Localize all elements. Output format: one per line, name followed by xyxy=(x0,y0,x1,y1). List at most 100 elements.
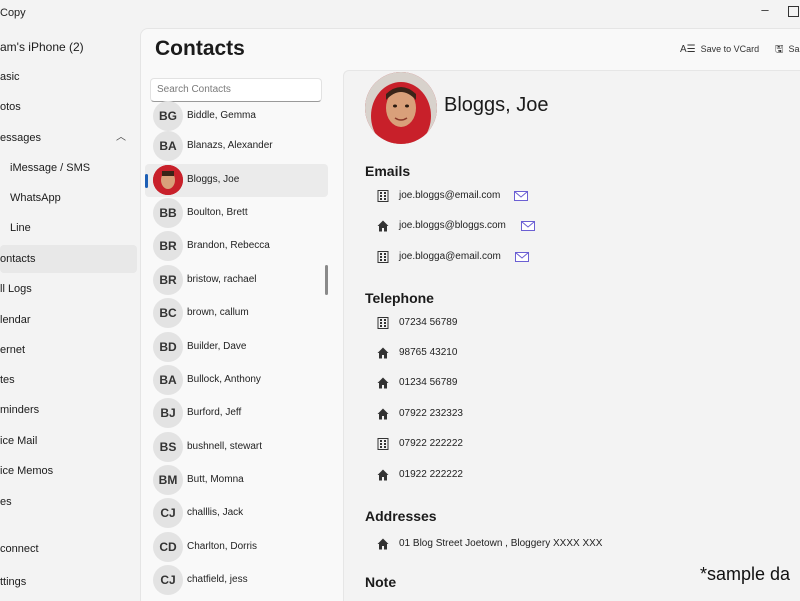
phone-value[interactable]: 07234 56789 xyxy=(399,315,457,331)
contact-row[interactable]: BB Boulton, Brett xyxy=(145,197,328,230)
email-value[interactable]: joe.bloggs@bloggs.com xyxy=(399,218,506,234)
addresses-heading: Addresses xyxy=(365,508,437,524)
sidebar-item-internet[interactable]: ernet xyxy=(0,336,137,364)
mail-icon[interactable] xyxy=(521,221,535,231)
selection-indicator xyxy=(145,174,148,188)
sidebar-item-connect[interactable]: connect xyxy=(0,535,137,563)
contact-list-scrollbar[interactable] xyxy=(325,265,328,295)
sidebar-item-photos[interactable]: otos xyxy=(0,93,137,121)
avatar: BR xyxy=(153,231,183,261)
contact-photo xyxy=(153,165,183,195)
maximize-button[interactable] xyxy=(788,6,799,17)
mail-icon[interactable] xyxy=(515,252,529,262)
sidebar-item-reminders[interactable]: minders xyxy=(0,396,137,424)
sidebar-item-label: ice Mail xyxy=(0,435,38,447)
building-icon xyxy=(377,317,389,329)
sidebar-item-voice-memos[interactable]: ice Memos xyxy=(0,457,137,485)
sidebar-item-settings[interactable]: ttings xyxy=(0,568,137,596)
contact-photo-large xyxy=(365,72,437,144)
sidebar-item-label: essages xyxy=(0,132,41,144)
search-box xyxy=(150,78,322,102)
contact-name: Bullock, Anthony xyxy=(187,374,261,385)
contact-name: bristow, rachael xyxy=(187,274,257,285)
sidebar-item-label: es xyxy=(0,496,12,508)
sidebar: am's iPhone (2) asic otos essages ︿ iMess… xyxy=(0,28,140,600)
save-button[interactable]: 🖫 Sa xyxy=(775,40,800,58)
contact-row[interactable]: CD Charlton, Dorris xyxy=(145,531,328,564)
sample-data-watermark: *sample da xyxy=(700,564,791,584)
home-icon xyxy=(377,347,389,359)
avatar: BG xyxy=(153,101,183,131)
phone-value[interactable]: 07922 222222 xyxy=(399,436,463,452)
chevron-up-icon[interactable]: ︿ xyxy=(116,124,126,152)
avatar: BA xyxy=(153,131,183,161)
sidebar-item-imessage[interactable]: iMessage / SMS xyxy=(0,154,137,182)
vcard-icon: A☰ xyxy=(680,44,696,55)
phone-value[interactable]: 01922 222222 xyxy=(399,467,463,483)
save-label: Sa xyxy=(788,44,800,54)
page-title: Contacts xyxy=(155,37,245,60)
title-bar: Copy – xyxy=(0,0,800,28)
sidebar-item-messages[interactable]: essages ︿ xyxy=(0,124,137,152)
phone-value[interactable]: 07922 232323 xyxy=(399,406,463,422)
sidebar-item-files[interactable]: es xyxy=(0,488,137,516)
building-icon xyxy=(377,251,389,263)
avatar: BJ xyxy=(153,398,183,428)
mail-icon[interactable] xyxy=(514,191,528,201)
contact-row[interactable]: BA Bullock, Anthony xyxy=(145,364,328,397)
contact-name-title: Bloggs, Joe xyxy=(444,94,549,116)
save-to-vcard-label: Save to VCard xyxy=(700,44,760,54)
search-input[interactable] xyxy=(151,79,317,100)
address-value[interactable]: 01 Blog Street Joetown , Bloggery XXXX X… xyxy=(399,536,602,552)
contact-name: Brandon, Rebecca xyxy=(187,240,270,251)
contact-name: chatfield, jess xyxy=(187,574,248,585)
email-value[interactable]: joe.blogga@email.com xyxy=(399,249,501,265)
sidebar-item-label: ttings xyxy=(0,576,27,588)
device-name[interactable]: am's iPhone (2) xyxy=(0,40,84,54)
contact-row[interactable]: BJ Burford, Jeff xyxy=(145,397,328,430)
contact-row[interactable]: BM Butt, Momna xyxy=(145,464,328,497)
sidebar-item-label: connect xyxy=(0,543,39,555)
minimize-button[interactable]: – xyxy=(758,3,772,17)
phone-value[interactable]: 98765 43210 xyxy=(399,345,457,361)
contact-row[interactable]: BS bushnell, stewart xyxy=(145,431,328,464)
avatar: CJ xyxy=(153,565,183,595)
contact-row[interactable]: CJ challlis, Jack xyxy=(145,497,328,530)
contact-row[interactable]: BD Builder, Dave xyxy=(145,331,328,364)
contact-name: challlis, Jack xyxy=(187,507,244,518)
contact-row[interactable]: BR bristow, rachael xyxy=(145,264,328,297)
sidebar-item-line[interactable]: Line xyxy=(0,214,137,242)
avatar: CJ xyxy=(153,498,183,528)
phone-value[interactable]: 01234 56789 xyxy=(399,375,457,391)
avatar: BR xyxy=(153,265,183,295)
contact-name: Charlton, Dorris xyxy=(187,541,258,552)
avatar: BB xyxy=(153,198,183,228)
contact-row[interactable]: BA Blanazs, Alexander xyxy=(145,130,328,163)
sidebar-item-label: ernet xyxy=(0,344,26,356)
contact-row[interactable]: CJ chatfield, jess xyxy=(145,564,328,597)
sidebar-item-label: asic xyxy=(0,71,20,83)
contact-row[interactable]: BG Biddle, Gemma xyxy=(145,100,328,133)
sidebar-item-music[interactable]: asic xyxy=(0,63,137,91)
avatar: BS xyxy=(153,432,183,462)
home-icon xyxy=(377,377,389,389)
sidebar-item-notes[interactable]: tes xyxy=(0,366,137,394)
contact-name: Burford, Jeff xyxy=(187,407,242,418)
avatar: BC xyxy=(153,298,183,328)
contact-row[interactable]: BC brown, callum xyxy=(145,297,328,330)
sidebar-item-whatsapp[interactable]: WhatsApp xyxy=(0,184,137,212)
home-icon xyxy=(377,538,389,550)
contact-name: Boulton, Brett xyxy=(187,207,248,218)
email-value[interactable]: joe.bloggs@email.com xyxy=(399,188,500,204)
sidebar-item-call-logs[interactable]: ll Logs xyxy=(0,275,137,303)
contact-row-selected[interactable]: Bloggs, Joe xyxy=(145,164,328,197)
sidebar-item-label: lendar xyxy=(0,314,31,326)
note-heading: Note xyxy=(365,574,397,590)
contact-name: Bloggs, Joe xyxy=(187,174,240,185)
sidebar-item-contacts[interactable]: ontacts xyxy=(0,245,137,273)
sidebar-item-calendar[interactable]: lendar xyxy=(0,306,137,334)
contact-row[interactable]: BR Brandon, Rebecca xyxy=(145,230,328,263)
save-to-vcard-button[interactable]: A☰ Save to VCard xyxy=(680,40,759,58)
avatar: BA xyxy=(153,365,183,395)
sidebar-item-voice-mail[interactable]: ice Mail xyxy=(0,427,137,455)
